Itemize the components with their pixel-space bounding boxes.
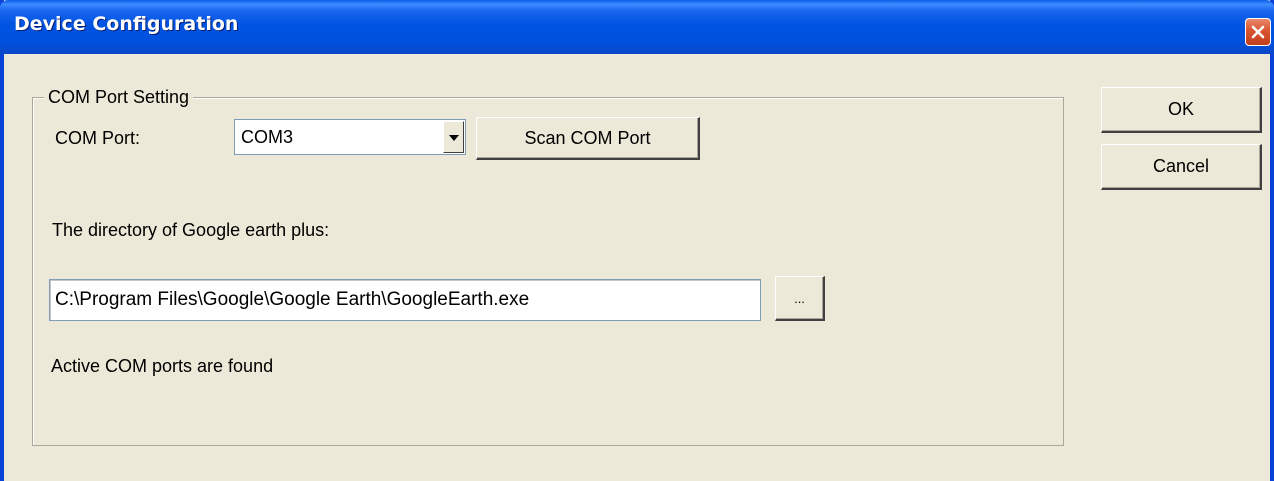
- dropdown-button[interactable]: [443, 121, 464, 153]
- google-earth-path-value: C:\Program Files\Google\Google Earth\Goo…: [55, 289, 530, 310]
- title-bar[interactable]: Device Configuration: [0, 0, 1274, 54]
- com-port-selected-value: COM3: [241, 127, 294, 147]
- com-port-select[interactable]: COM3: [234, 119, 466, 155]
- cancel-button[interactable]: Cancel: [1101, 144, 1262, 190]
- device-configuration-dialog: Device Configuration COM Port Setting CO…: [0, 0, 1274, 481]
- close-button[interactable]: [1245, 18, 1271, 46]
- status-text: Active COM ports are found: [51, 356, 274, 376]
- window-title: Device Configuration: [14, 13, 239, 35]
- ok-button[interactable]: OK: [1101, 87, 1262, 133]
- scan-com-port-button[interactable]: Scan COM Port: [476, 117, 700, 160]
- chevron-down-icon: [448, 128, 459, 146]
- browse-button[interactable]: ...: [775, 276, 825, 321]
- directory-label: The directory of Google earth plus:: [52, 220, 330, 240]
- google-earth-path-input[interactable]: C:\Program Files\Google\Google Earth\Goo…: [49, 279, 761, 321]
- com-port-label: COM Port:: [55, 128, 141, 148]
- close-icon: [1250, 24, 1266, 40]
- group-legend: COM Port Setting: [44, 86, 194, 108]
